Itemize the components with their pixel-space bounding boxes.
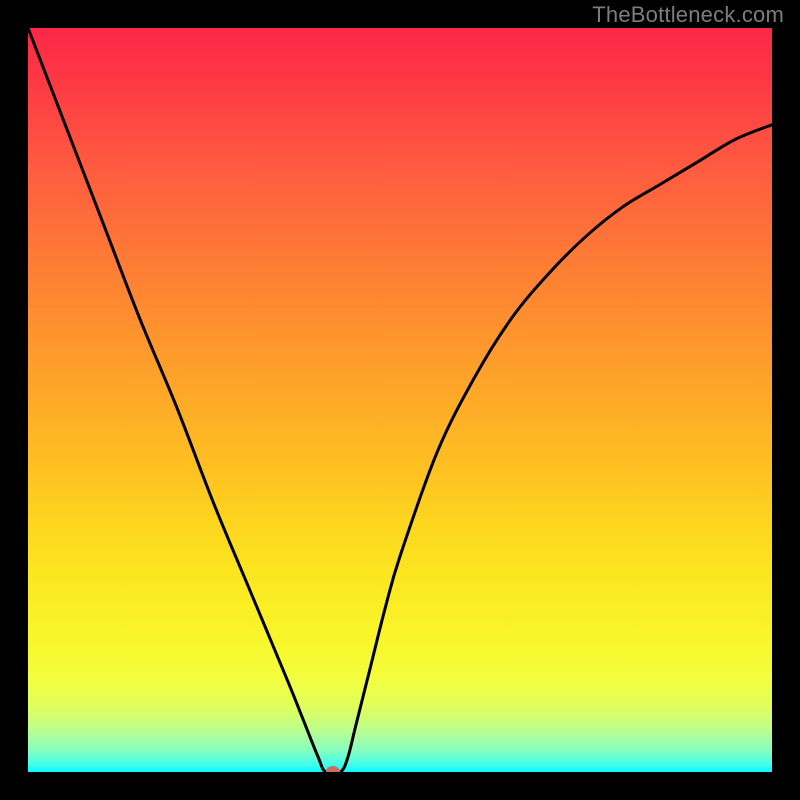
optimal-point-marker [326, 766, 340, 772]
bottleneck-curve [28, 28, 772, 772]
watermark-text: TheBottleneck.com [592, 2, 784, 28]
curve-path [28, 28, 772, 772]
chart-container: TheBottleneck.com [0, 0, 800, 800]
plot-area [28, 28, 772, 772]
